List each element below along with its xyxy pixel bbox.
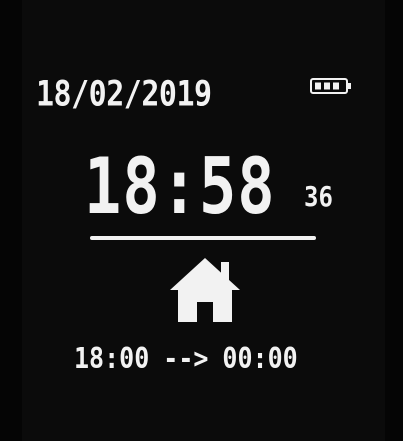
schedule-range: 18:00 --> 00:00 [74, 344, 298, 373]
clock-time: 18:58 [84, 140, 276, 232]
clock-seconds: 36 [304, 180, 333, 213]
schedule-arrow: --> [163, 341, 209, 376]
schedule-end: 00:00 [222, 341, 298, 376]
battery-icon [310, 78, 351, 94]
device-screen: 18/02/2019 18:58 36 18:00 --> 00:00 [0, 0, 403, 441]
schedule-start: 18:00 [74, 341, 150, 376]
home-icon [170, 258, 240, 322]
time-underline [90, 236, 316, 240]
date-label: 18/02/2019 [36, 74, 212, 115]
